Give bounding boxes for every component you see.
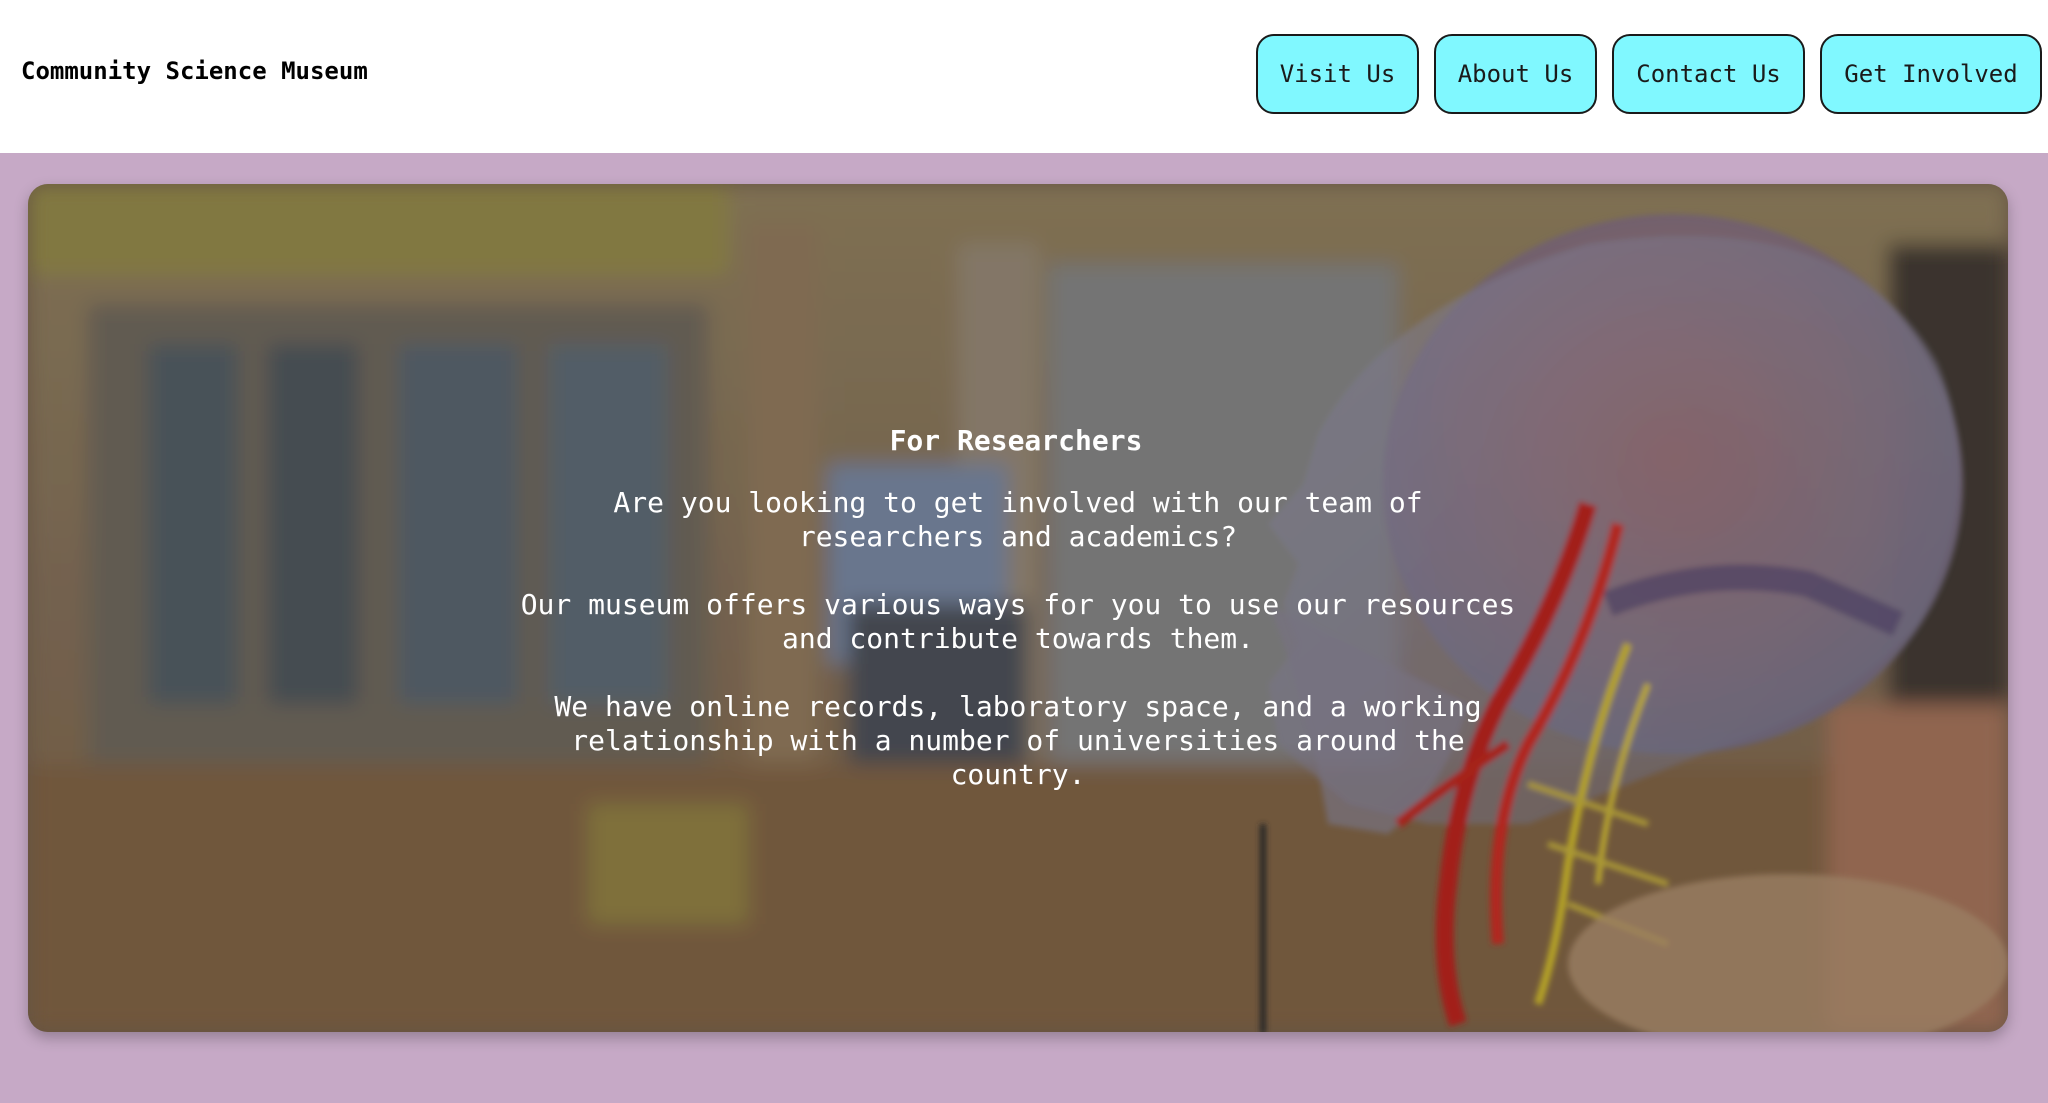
nav-get-involved-button[interactable]: Get Involved (1820, 34, 2042, 114)
hero-title: For Researchers (889, 424, 1143, 457)
researchers-hero-card: For Researchers Are you looking to get i… (28, 184, 2008, 1032)
site-header: Community Science Museum Visit Us About … (0, 0, 2048, 153)
main-content: For Researchers Are you looking to get i… (0, 153, 2048, 1103)
hero-text-overlay: For Researchers Are you looking to get i… (28, 184, 2008, 1032)
hero-paragraph-3: We have online records, laboratory space… (554, 690, 1482, 791)
hero-paragraph-2: Our museum offers various ways for you t… (520, 588, 1516, 655)
nav-visit-us-button[interactable]: Visit Us (1256, 34, 1419, 114)
nav-about-us-button[interactable]: About Us (1434, 34, 1597, 114)
main-nav: Visit Us About Us Contact Us Get Involve… (0, 34, 2048, 118)
nav-contact-us-button[interactable]: Contact Us (1612, 34, 1805, 114)
hero-paragraph-1: Are you looking to get involved with our… (613, 486, 1423, 553)
